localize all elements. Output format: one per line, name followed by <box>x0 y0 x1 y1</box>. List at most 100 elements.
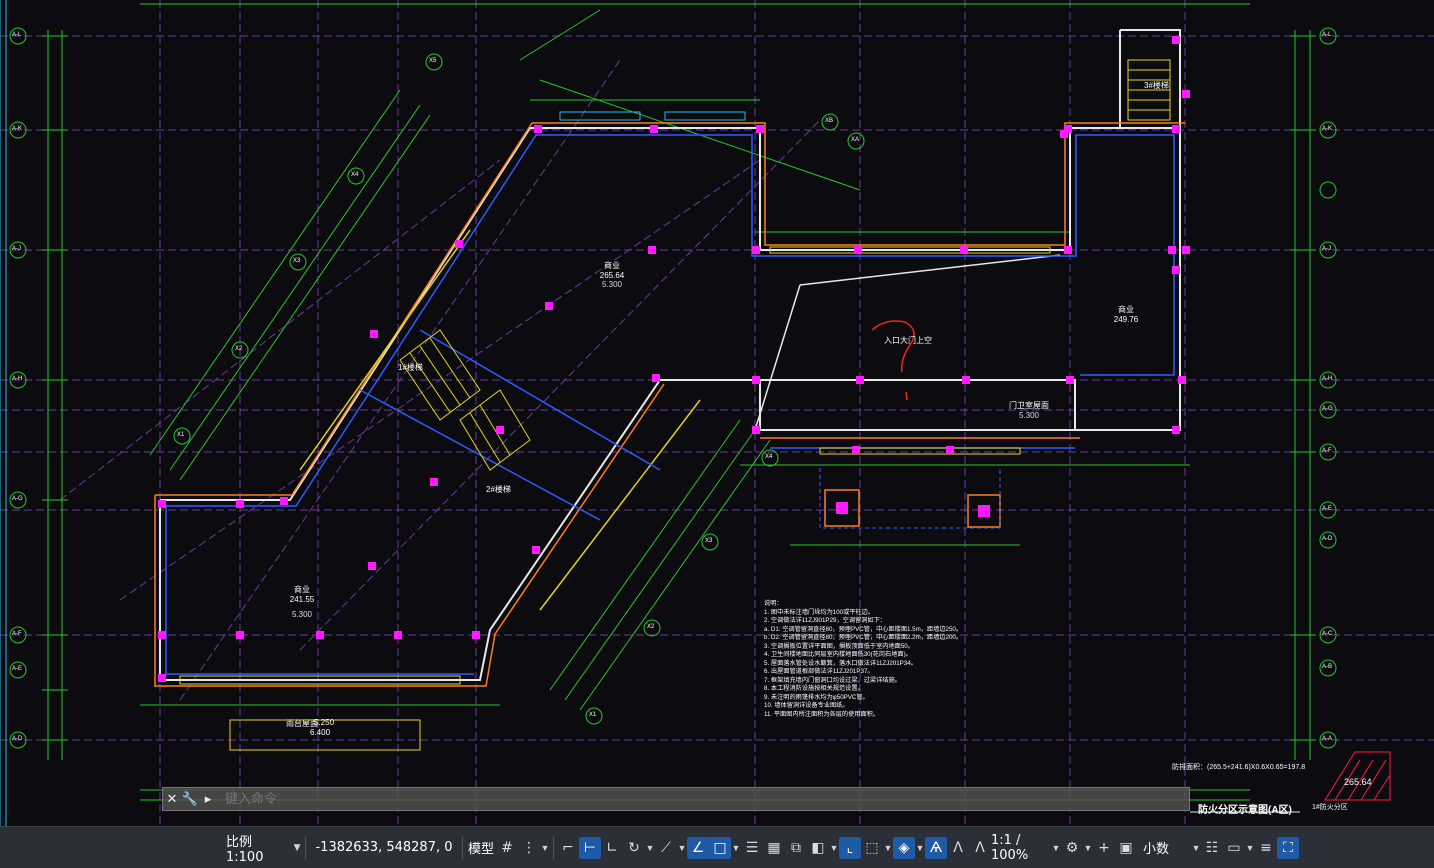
object-snap-tracking-icon[interactable]: ∠ <box>687 836 709 859</box>
chevron-down-icon[interactable]: ▼ <box>731 843 741 853</box>
note-line: 9. 未注明的雨篷排水均为φ50PVC管。 <box>764 693 869 701</box>
command-input[interactable] <box>223 790 927 808</box>
axis-label: X1 <box>177 432 185 438</box>
fire-zone-label: 1#防火分区 <box>1312 804 1348 811</box>
command-line[interactable]: ✕ 🔧 ▸ <box>162 787 1190 811</box>
chevron-down-icon[interactable]: ▼ <box>883 843 893 853</box>
canopy-elevation: 5.250 <box>314 718 335 727</box>
grid-lines <box>0 0 1434 826</box>
axis-label: A-E <box>12 666 23 672</box>
note-line: 6. 出屋面管道根部做法详11ZJ201P37。 <box>764 668 874 675</box>
infer-icon[interactable]: ⌐ <box>557 837 579 859</box>
axis-label: A-H <box>12 376 23 382</box>
transparency-icon[interactable]: ▦ <box>763 837 785 859</box>
ortho-icon[interactable]: ∟ <box>601 837 623 859</box>
axis-label: A-J <box>12 246 21 252</box>
room-area: 249.76 <box>1113 315 1139 324</box>
workspace-gear-icon[interactable]: ⚙ <box>1061 837 1083 859</box>
room-name: 门卫室屋面 <box>1009 401 1049 410</box>
axis-label: X2 <box>235 346 243 352</box>
quick-properties-icon[interactable]: ☷ <box>1201 837 1223 859</box>
stair-1-label: 1#楼梯 <box>398 363 423 372</box>
isolate-objects-icon[interactable]: ▣ <box>1115 837 1137 859</box>
fire-zone-hatch <box>1324 751 1391 801</box>
annotation-scale-readout[interactable]: 1:1 / 100% <box>991 833 1051 863</box>
entrance-label: 入口大门上空 <box>884 336 932 345</box>
snap-icon[interactable]: ⋮ <box>518 837 540 859</box>
dynamic-ucs-icon[interactable]: ⌞ <box>839 836 861 859</box>
annotation-visibility-icon[interactable]: Ѧ <box>925 836 947 859</box>
room-name: 商业 <box>604 261 620 270</box>
selection-cycling-icon[interactable]: ⧉ <box>785 837 807 859</box>
axis-label: X3 <box>293 258 301 264</box>
note-line: 1. 图中未标注墙门垛均为100或平柱边。 <box>764 608 875 616</box>
axis-label: X5 <box>429 58 437 64</box>
note-line: 2. 空调做法详11ZJ901P29，空调留洞如下： <box>764 617 886 624</box>
chevron-down-icon[interactable]: ▼ <box>829 843 839 853</box>
axis-label: A-F <box>1322 448 1332 454</box>
note-line: 3. 空调搁板位置详平面图，搁板顶面低于室内地面50。 <box>764 642 914 650</box>
axis-label: A-G <box>12 496 23 502</box>
design-notes: 说明： 1. 图中未标注墙门垛均为100或平柱边。 2. 空调做法详11ZJ90… <box>764 600 1164 719</box>
room-label-d: 门卫室屋面 5.300 <box>1000 400 1058 420</box>
room-label-c: 商业 249.76 <box>1106 304 1146 324</box>
units-label: 小数 <box>1143 842 1170 857</box>
axis-label: A-D <box>1322 536 1333 542</box>
gizmo-icon[interactable]: ◈ <box>893 836 915 859</box>
model-space-button[interactable]: 模型 <box>466 835 496 861</box>
axis-label: XB <box>825 118 834 124</box>
object-snap-icon[interactable]: □ <box>709 836 731 859</box>
add-icon[interactable]: + <box>1093 837 1115 859</box>
axis-label: A-G <box>1322 406 1333 412</box>
full-screen-icon[interactable]: ⛶ <box>1277 836 1299 859</box>
scale-dropdown[interactable]: 比例 1:100 ▼ <box>224 835 302 865</box>
room-elevation: 5.300 <box>291 610 313 619</box>
chevron-down-icon[interactable]: ▼ <box>1191 843 1201 853</box>
stair-2-label: 2#楼梯 <box>486 485 511 494</box>
isodraft-icon[interactable]: ⟋ <box>655 837 677 859</box>
auto-scale-icon[interactable]: Ʌ <box>947 837 969 859</box>
chevron-down-icon[interactable]: ▼ <box>915 843 925 853</box>
close-icon[interactable]: ✕ <box>163 790 181 808</box>
note-line: a. D1: 空调管留洞直径80，预埋PVC管，中心距楼面1.5m，距墙边250… <box>764 625 963 633</box>
room-elevation: 5.300 <box>1018 411 1040 420</box>
polar-icon[interactable]: ↻ <box>623 837 645 859</box>
drawing-canvas[interactable]: 商业 265.64 5.300 商业 241.55 5.300 商业 249.7… <box>0 0 1434 826</box>
chevron-down-icon: ▼ <box>293 842 301 853</box>
prompt-icon[interactable]: ▸ <box>199 790 217 808</box>
chevron-down-icon[interactable]: ▼ <box>645 843 655 853</box>
room-label-a: 商业 265.64 5.300 <box>592 260 632 289</box>
axis-label: X1 <box>589 712 597 718</box>
axis-label: A-D <box>12 736 23 742</box>
units-dropdown[interactable]: 小数 <box>1137 835 1177 861</box>
room-label-b: 商业 241.55 5.300 <box>282 584 322 619</box>
grid-icon[interactable]: # <box>496 837 518 859</box>
room-area: 265.64 <box>599 271 625 280</box>
cad-application: 商业 265.64 5.300 商业 241.55 5.300 商业 249.7… <box>0 0 1434 868</box>
axis-label: A-L <box>1322 32 1332 38</box>
chevron-down-icon[interactable]: ▼ <box>1051 843 1061 853</box>
title-block: 防火分区示意图(A区) <box>1198 805 1292 816</box>
chevron-down-icon[interactable]: ▼ <box>677 843 687 853</box>
wrench-icon[interactable]: 🔧 <box>181 790 199 808</box>
selection-filter-icon[interactable]: ⬚ <box>861 837 883 859</box>
scale-label: 比例 1:100 <box>226 834 264 865</box>
coordinates-readout[interactable]: -1382633, 548287, 0 <box>309 835 459 861</box>
chevron-down-icon[interactable]: ▼ <box>1083 843 1093 853</box>
canopy-columns <box>819 468 1001 529</box>
annotation-scale-icon[interactable]: Λ <box>969 837 991 859</box>
axis-label: A-E <box>1322 506 1333 512</box>
lineweight-icon[interactable]: ☰ <box>741 837 763 859</box>
status-bar: 比例 1:100 ▼ -1382633, 548287, 0 模型 # ⋮ ▼ … <box>0 826 1434 868</box>
dynamic-input-icon[interactable]: ⊢ <box>579 836 601 859</box>
3d-osnap-icon[interactable]: ◧ <box>807 837 829 859</box>
chevron-down-icon[interactable]: ▼ <box>540 843 550 853</box>
axis-label: A-A <box>1322 736 1333 742</box>
axis-label: A-C <box>1322 631 1333 637</box>
chevron-down-icon[interactable]: ▼ <box>1245 843 1255 853</box>
zone-area: 265.64 <box>1344 777 1372 787</box>
clean-screen-icon[interactable]: ▭ <box>1223 837 1245 859</box>
note-line: 4. 卫生间楼地面比同层室内楼地面低30(花岗石地面)。 <box>764 651 912 658</box>
axis-label: A-F <box>12 631 22 637</box>
customize-icon[interactable]: ≡ <box>1255 837 1277 859</box>
